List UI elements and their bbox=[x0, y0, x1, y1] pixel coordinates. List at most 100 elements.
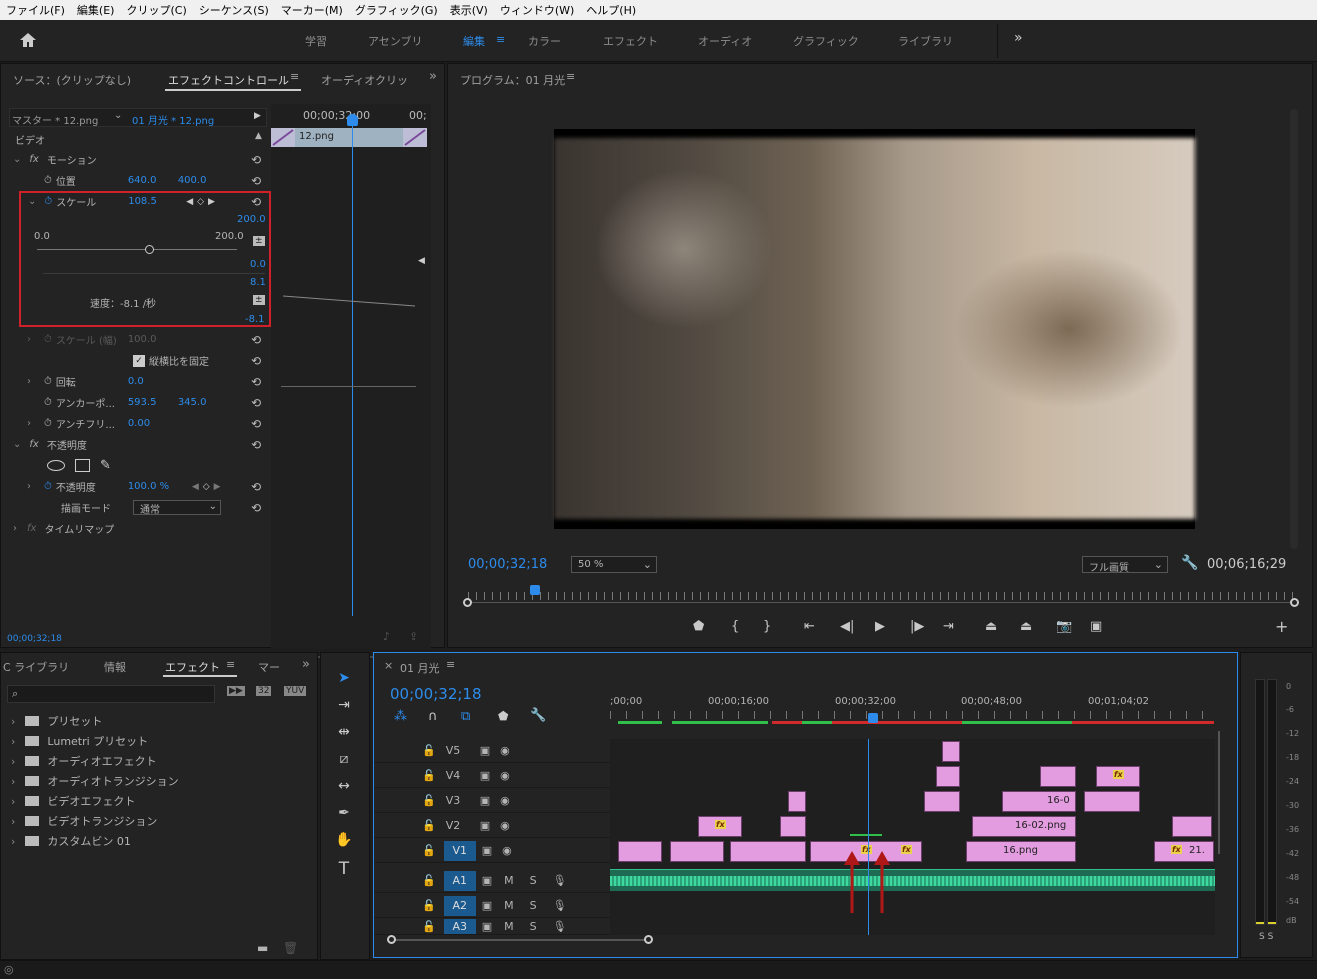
hand-tool-icon[interactable]: ✋ bbox=[333, 832, 355, 854]
prev-keyframe-icon[interactable]: ◀ bbox=[192, 482, 199, 492]
mute-button[interactable]: M bbox=[504, 899, 514, 912]
audio-clip[interactable] bbox=[610, 869, 1215, 891]
video-clip[interactable]: 16-0 bbox=[1002, 791, 1076, 812]
list-item[interactable]: › オーディオトランジション bbox=[1, 771, 311, 791]
step-back-icon[interactable]: ◀| bbox=[840, 619, 854, 634]
menu-sequence[interactable]: シーケンス(S) bbox=[193, 2, 275, 18]
track-select-tool-icon[interactable]: ⇥ bbox=[333, 697, 355, 719]
ec-playhead[interactable] bbox=[352, 116, 353, 616]
menu-file[interactable]: ファイル(F) bbox=[0, 2, 71, 18]
lock-icon[interactable]: 🔓 bbox=[422, 769, 436, 782]
reset-icon[interactable]: ⟲ bbox=[251, 501, 261, 515]
reset-icon[interactable]: ⟲ bbox=[251, 195, 261, 209]
timeline-playhead-handle[interactable] bbox=[868, 713, 878, 723]
ws-edit-menu-icon[interactable]: ≡ bbox=[496, 33, 505, 46]
extract-icon[interactable]: ⏏ bbox=[1020, 619, 1032, 634]
monitor-zoom-left[interactable] bbox=[463, 598, 472, 607]
pen-tool-icon[interactable]: ✒ bbox=[333, 805, 355, 827]
reset-icon[interactable]: ⟲ bbox=[251, 354, 261, 368]
add-keyframe-icon[interactable]: ◇ bbox=[203, 482, 210, 492]
ws-edit[interactable]: 編集 bbox=[463, 33, 485, 49]
next-keyframe-icon[interactable]: ▶ bbox=[208, 197, 215, 207]
film-icon[interactable]: ▣ bbox=[480, 744, 490, 757]
close-icon[interactable]: × bbox=[384, 659, 393, 672]
eye-icon[interactable]: ◉ bbox=[502, 844, 512, 857]
solo-button[interactable]: S bbox=[530, 899, 537, 912]
accelerated-effects-icon[interactable]: ▶▶ bbox=[227, 686, 245, 696]
monitor-scrollbar[interactable] bbox=[1290, 109, 1298, 549]
video-clip[interactable] bbox=[670, 841, 724, 862]
video-clip[interactable] bbox=[942, 741, 960, 762]
sequence-clip-label[interactable]: 01 月光 * 12.png bbox=[132, 112, 214, 127]
panel-menu-icon[interactable]: ≡ bbox=[446, 658, 455, 671]
solo-button[interactable]: S bbox=[530, 920, 537, 933]
video-clip[interactable] bbox=[730, 841, 806, 862]
video-clip[interactable] bbox=[1172, 816, 1212, 837]
position-x-value[interactable]: 640.0 bbox=[128, 175, 178, 186]
menu-graphics[interactable]: グラフィック(G) bbox=[349, 2, 444, 18]
monitor-ruler[interactable] bbox=[468, 592, 1294, 600]
collapse-icon[interactable]: ▲ bbox=[255, 131, 262, 141]
yuv-effects-icon[interactable]: YUV bbox=[284, 686, 307, 696]
lock-icon[interactable]: 🔓 bbox=[422, 920, 436, 933]
video-clip[interactable] bbox=[924, 791, 960, 812]
track-target-a2[interactable]: A2 bbox=[443, 895, 476, 916]
mute-button[interactable]: M bbox=[504, 874, 514, 887]
tab-markers[interactable]: マー bbox=[258, 659, 280, 675]
mark-in-icon[interactable]: { bbox=[731, 619, 739, 634]
video-clip[interactable] bbox=[788, 791, 806, 812]
video-clip[interactable] bbox=[1040, 766, 1076, 787]
stopwatch-active-icon[interactable]: ⏱ bbox=[44, 196, 52, 207]
scale-slider-track[interactable] bbox=[37, 249, 237, 250]
play-icon[interactable]: ▶ bbox=[875, 619, 885, 634]
panel-menu-icon[interactable]: ≡ bbox=[226, 658, 235, 671]
compare-view-icon[interactable]: ▣ bbox=[1090, 619, 1102, 634]
track-target-a1[interactable]: A1 bbox=[443, 870, 476, 891]
film-icon[interactable]: ▣ bbox=[480, 819, 490, 832]
export-icon[interactable]: ⇪ bbox=[409, 630, 418, 643]
tab-audio-clip[interactable]: オーディオクリップ bbox=[321, 72, 409, 88]
video-clip[interactable] bbox=[1084, 791, 1140, 812]
rotation-value[interactable]: 0.0 bbox=[128, 376, 144, 387]
ws-more-button[interactable]: » bbox=[1014, 30, 1023, 46]
slip-tool-icon[interactable]: ↔ bbox=[333, 778, 355, 800]
video-clip[interactable]: fx 21. bbox=[1154, 841, 1214, 862]
video-clip[interactable] bbox=[936, 766, 960, 787]
type-tool-icon[interactable]: T bbox=[333, 859, 355, 881]
stopwatch-icon[interactable]: ⏱ bbox=[44, 376, 52, 387]
fx-icon[interactable]: fx bbox=[27, 523, 36, 534]
eye-icon[interactable]: ◉ bbox=[500, 769, 510, 782]
step-forward-icon[interactable]: |▶ bbox=[910, 619, 924, 634]
ws-graphics[interactable]: グラフィック bbox=[793, 33, 859, 49]
film-icon[interactable]: ▣ bbox=[480, 769, 490, 782]
list-item[interactable]: › プリセット bbox=[1, 711, 311, 731]
selection-tool-icon[interactable]: ➤ bbox=[333, 670, 355, 692]
fx-icon[interactable]: fx bbox=[29, 439, 38, 450]
tab-libraries[interactable]: C ライブラリ bbox=[3, 659, 69, 675]
menu-window[interactable]: ウィンドウ(W) bbox=[494, 2, 580, 18]
list-item[interactable]: › カスタムビン 01 bbox=[1, 831, 311, 851]
ws-learn[interactable]: 学習 bbox=[305, 33, 327, 49]
tab-effects[interactable]: エフェクト bbox=[165, 659, 220, 675]
linked-selection-icon[interactable]: ⧉ bbox=[461, 709, 470, 724]
menu-clip[interactable]: クリップ(C) bbox=[120, 2, 192, 18]
add-button-icon[interactable]: + bbox=[1275, 617, 1288, 636]
stopwatch-icon[interactable]: ⏱ bbox=[44, 175, 52, 186]
timeline-ruler[interactable] bbox=[610, 711, 1216, 719]
monitor-playhead[interactable] bbox=[530, 585, 540, 595]
monitor-zoom-right[interactable] bbox=[1290, 598, 1299, 607]
panel-menu-icon[interactable]: ≡ bbox=[290, 70, 299, 83]
keyframe-area[interactable]: 00;00;32;00 00; 12.png ◀ bbox=[271, 104, 431, 661]
prev-keyframe-icon[interactable]: ◀ bbox=[186, 197, 193, 207]
eye-icon[interactable]: ◉ bbox=[500, 819, 510, 832]
ripple-edit-tool-icon[interactable]: ⇹ bbox=[333, 724, 355, 746]
video-clip[interactable] bbox=[618, 841, 662, 862]
wrench-icon[interactable]: 🔧 bbox=[1181, 555, 1198, 571]
video-clip[interactable]: fx bbox=[698, 816, 742, 837]
reset-icon[interactable]: ⟲ bbox=[251, 417, 261, 431]
video-clip[interactable]: 16.png bbox=[966, 841, 1076, 862]
quality-select[interactable]: フル画質 ⌄ bbox=[1082, 556, 1168, 574]
ws-color[interactable]: カラー bbox=[528, 33, 561, 49]
next-keyframe-icon[interactable]: ▶ bbox=[214, 482, 221, 492]
more-tabs-icon[interactable]: » bbox=[429, 69, 437, 84]
